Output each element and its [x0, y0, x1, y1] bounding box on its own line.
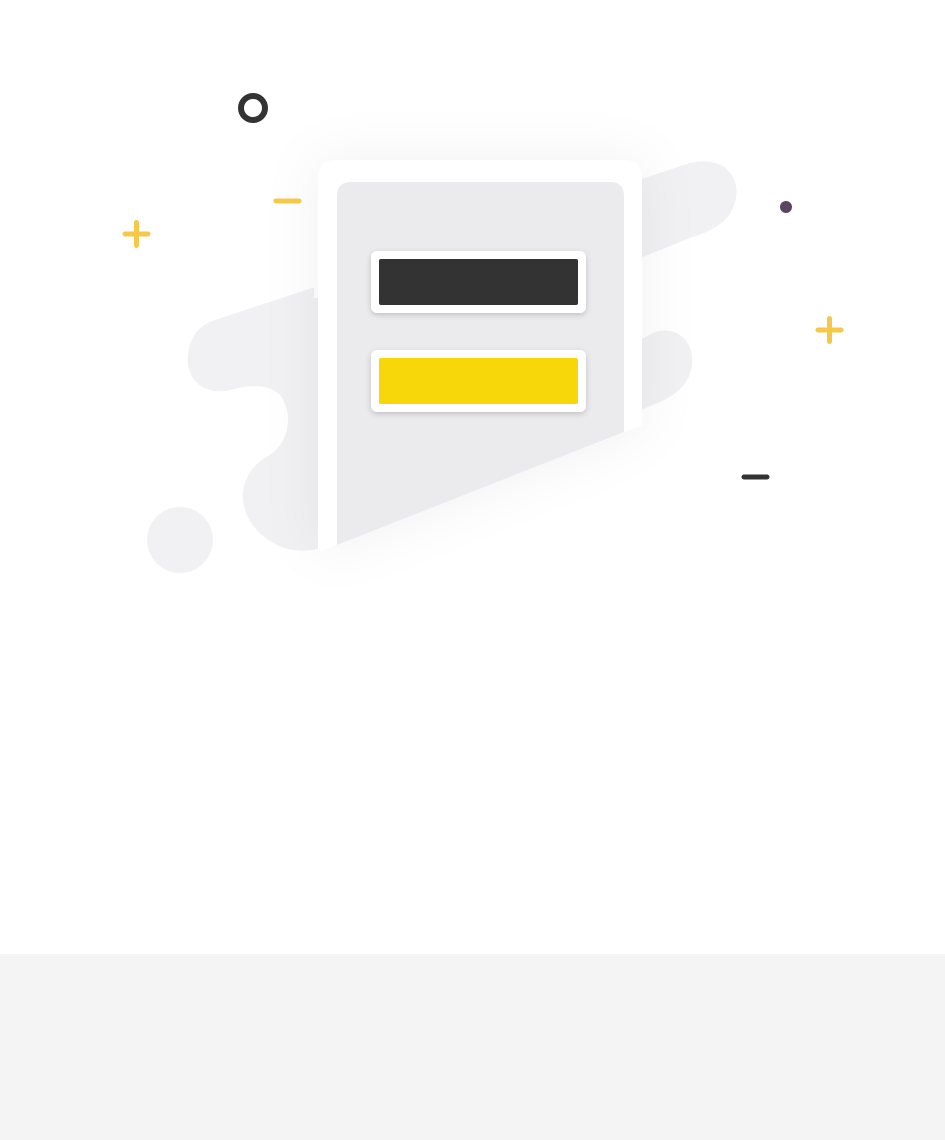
background-circle	[147, 507, 213, 573]
empty-state-illustration	[0, 0, 945, 620]
ring-icon	[238, 93, 268, 123]
page	[0, 0, 945, 1140]
yellow-button-placeholder	[371, 350, 586, 412]
phone-icon	[314, 153, 642, 552]
dark-button-placeholder	[371, 251, 586, 313]
dot-icon	[780, 201, 792, 213]
plus-icon	[122, 220, 151, 248]
plus-icon	[815, 316, 844, 344]
footer-panel	[0, 954, 945, 1140]
